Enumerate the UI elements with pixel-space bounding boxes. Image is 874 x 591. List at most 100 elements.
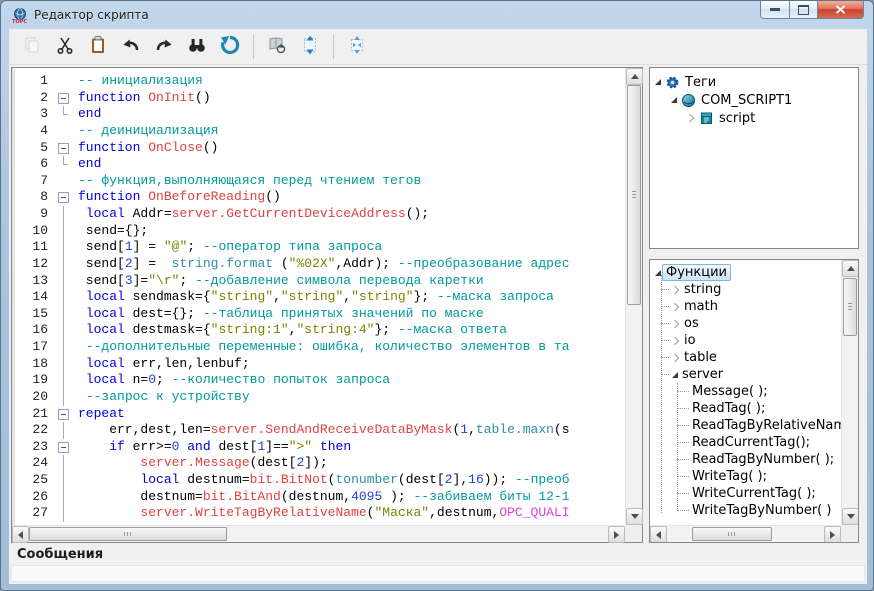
tree-item-readtag[interactable]: ReadTag( ); bbox=[651, 400, 841, 417]
scroll-up-button[interactable] bbox=[626, 68, 643, 85]
code-line[interactable]: 10 send={}; bbox=[12, 223, 625, 240]
code-line[interactable]: 1-- инициализация bbox=[12, 73, 625, 90]
editor-horizontal-scrollbar[interactable] bbox=[12, 525, 625, 542]
expand-arrow-icon[interactable] bbox=[671, 319, 679, 327]
close-button[interactable] bbox=[818, 0, 864, 19]
code-text: if err>=0 and dest[1]==">" then bbox=[72, 439, 351, 456]
tree-item-label: ReadCurrentTag(); bbox=[692, 435, 810, 450]
scroll-up-button[interactable] bbox=[842, 260, 859, 277]
code-line[interactable]: 6end bbox=[12, 156, 625, 173]
expand-arrow-icon[interactable] bbox=[686, 114, 694, 122]
copy-button[interactable] bbox=[19, 34, 45, 60]
code-line[interactable]: 26 destnum=bit.BitAnd(destnum,4095 ); --… bbox=[12, 489, 625, 506]
tree-item-io[interactable]: io bbox=[651, 332, 841, 349]
tree-item-string[interactable]: string bbox=[651, 281, 841, 298]
scroll-left-button[interactable] bbox=[650, 526, 667, 543]
code-line[interactable]: 9 local Addr=server.GetCurrentDeviceAddr… bbox=[12, 206, 625, 223]
tree-item-message[interactable]: Message( ); bbox=[651, 383, 841, 400]
horizontal-scroll-thumb[interactable] bbox=[692, 527, 772, 541]
titlebar[interactable]: TOPC Редактор скрипта bbox=[1, 1, 873, 29]
code-line[interactable]: 3end bbox=[12, 106, 625, 123]
horizontal-scroll-thumb[interactable] bbox=[29, 527, 227, 541]
tree-item-writetagbynumber[interactable]: WriteTagByNumber( ) bbox=[651, 502, 841, 519]
line-number: 10 bbox=[12, 223, 55, 240]
undo-button[interactable] bbox=[118, 34, 144, 60]
code-line[interactable]: 18 local err,len,lenbuf; bbox=[12, 356, 625, 373]
tree-item-com_script1[interactable]: COM_SCRIPT1 bbox=[651, 91, 857, 109]
vertical-scroll-thumb[interactable] bbox=[627, 85, 641, 305]
functions-vertical-scrollbar[interactable] bbox=[841, 260, 858, 525]
code-line[interactable]: 13 send[3]="\r"; --добавление символа пе… bbox=[12, 273, 625, 290]
fold-toggle[interactable] bbox=[55, 406, 72, 423]
code-line[interactable]: 11 send[1] = "@"; --оператор типа запрос… bbox=[12, 239, 625, 256]
code-line[interactable]: 20 --запрос к устройству bbox=[12, 389, 625, 406]
code-line[interactable]: 8function OnBeforeReading() bbox=[12, 189, 625, 206]
tags-tree[interactable]: ТегиCOM_SCRIPT1script bbox=[651, 69, 857, 247]
scroll-right-button[interactable] bbox=[608, 526, 625, 543]
expand-arrow-icon[interactable] bbox=[671, 353, 679, 361]
fold-toggle[interactable] bbox=[55, 189, 72, 206]
fold-toggle[interactable] bbox=[55, 90, 72, 107]
fold-toggle[interactable] bbox=[55, 439, 72, 456]
expand-arrow-icon[interactable] bbox=[671, 302, 679, 310]
code-line[interactable]: 25 local destnum=bit.BitNot(tonumber(des… bbox=[12, 472, 625, 489]
tree-item-math[interactable]: math bbox=[651, 298, 841, 315]
functions-horizontal-scrollbar[interactable] bbox=[650, 525, 841, 542]
code-editor[interactable]: 1-- инициализация2function OnInit()3end4… bbox=[11, 67, 643, 543]
code-line[interactable]: 22 err,dest,len=server.SendAndReceiveDat… bbox=[12, 422, 625, 439]
fit-window-button[interactable] bbox=[344, 34, 370, 60]
code-viewport[interactable]: 1-- инициализация2function OnInit()3end4… bbox=[12, 68, 625, 525]
code-line[interactable]: 12 send[2] = string.format ("%02X",Addr)… bbox=[12, 256, 625, 273]
tree-item-readtagbynumber[interactable]: ReadTagByNumber( ); bbox=[651, 451, 841, 468]
paste-button[interactable] bbox=[85, 34, 111, 60]
code-line[interactable]: 17 --дополнительные переменные: ошибка, … bbox=[12, 339, 625, 356]
code-line[interactable]: 24 server.Message(dest[2]); bbox=[12, 455, 625, 472]
code-line[interactable]: 23 if err>=0 and dest[1]==">" then bbox=[12, 439, 625, 456]
functions-tree[interactable]: ФункцииstringmathosiotableserverMessage(… bbox=[651, 261, 841, 525]
syntax-check-button[interactable] bbox=[217, 34, 243, 60]
tree-item-server[interactable]: server bbox=[651, 366, 841, 383]
scroll-down-button[interactable] bbox=[842, 508, 859, 525]
tree-item-readtagbyrelativename[interactable]: ReadTagByRelativeName( ); bbox=[651, 417, 841, 434]
code-line[interactable]: 4-- деинициализация bbox=[12, 123, 625, 140]
code-line[interactable]: 19 local n=0; --количество попыток запро… bbox=[12, 372, 625, 389]
tree-item-теги[interactable]: Теги bbox=[651, 73, 857, 91]
collapse-arrow-icon[interactable] bbox=[655, 79, 661, 85]
code-line[interactable]: 21repeat bbox=[12, 406, 625, 423]
tree-item-os[interactable]: os bbox=[651, 315, 841, 332]
scroll-down-button[interactable] bbox=[626, 508, 643, 525]
redo-button[interactable] bbox=[151, 34, 177, 60]
tree-item-функции[interactable]: Функции bbox=[651, 264, 841, 281]
scroll-right-button[interactable] bbox=[824, 526, 841, 543]
code-line[interactable]: 5function OnClose() bbox=[12, 140, 625, 157]
maximize-button[interactable] bbox=[790, 0, 818, 19]
tree-item-writetag[interactable]: WriteTag( ); bbox=[651, 468, 841, 485]
editor-vertical-scrollbar[interactable] bbox=[625, 68, 642, 525]
vertical-scroll-thumb[interactable] bbox=[843, 278, 857, 336]
code-line[interactable]: 15 local dest={}; --таблица принятых зна… bbox=[12, 306, 625, 323]
tree-item-script[interactable]: script bbox=[651, 109, 857, 127]
expand-arrow-icon[interactable] bbox=[671, 285, 679, 293]
collapse-arrow-icon[interactable] bbox=[671, 97, 677, 103]
code-line[interactable]: 2function OnInit() bbox=[12, 90, 625, 107]
script-check-button[interactable] bbox=[264, 34, 290, 60]
code-line[interactable]: 16 local destmask={"string:1","string:4"… bbox=[12, 322, 625, 339]
line-number: 19 bbox=[12, 372, 55, 389]
tree-item-readcurrenttag[interactable]: ReadCurrentTag(); bbox=[651, 434, 841, 451]
code-line[interactable]: 7-- функция,выполняющаяся перед чтением … bbox=[12, 173, 625, 190]
collapse-arrow-icon[interactable] bbox=[672, 372, 678, 378]
cut-button[interactable] bbox=[52, 34, 78, 60]
scroll-left-button[interactable] bbox=[12, 526, 29, 543]
minimize-button[interactable] bbox=[760, 0, 790, 19]
code-line[interactable]: 14 local sendmask={"string","string","st… bbox=[12, 289, 625, 306]
expand-vertical-button[interactable] bbox=[297, 34, 323, 60]
tree-item-table[interactable]: table bbox=[651, 349, 841, 366]
find-button[interactable] bbox=[184, 34, 210, 60]
expand-arrow-icon[interactable] bbox=[671, 336, 679, 344]
code-line[interactable]: 27 server.WriteTagByRelativeName("Маска"… bbox=[12, 505, 625, 522]
tree-item-writecurrenttag[interactable]: WriteCurrentTag( ); bbox=[651, 485, 841, 502]
collapse-arrow-icon[interactable] bbox=[655, 270, 661, 276]
tree-connector bbox=[677, 476, 689, 477]
fold-toggle[interactable] bbox=[55, 140, 72, 157]
panel-splitter[interactable] bbox=[649, 249, 859, 259]
